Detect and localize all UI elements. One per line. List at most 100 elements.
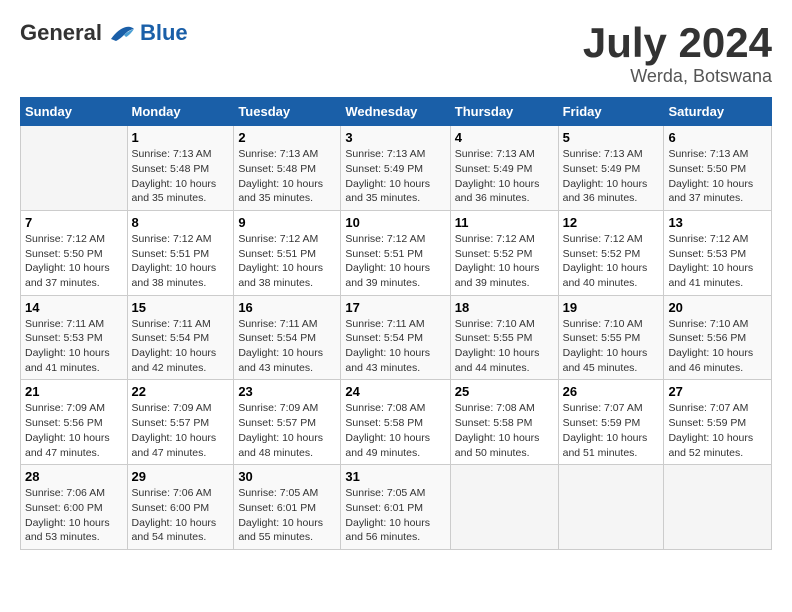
day-number: 29 (132, 469, 230, 484)
day-number: 27 (668, 384, 767, 399)
day-info: Sunrise: 7:13 AM Sunset: 5:48 PM Dayligh… (132, 147, 230, 206)
day-number: 30 (238, 469, 336, 484)
calendar-cell: 14Sunrise: 7:11 AM Sunset: 5:53 PM Dayli… (21, 295, 128, 380)
header-thursday: Thursday (450, 98, 558, 126)
logo-bird-icon (106, 21, 136, 45)
day-number: 28 (25, 469, 123, 484)
day-info: Sunrise: 7:08 AM Sunset: 5:58 PM Dayligh… (345, 401, 445, 460)
calendar-cell: 19Sunrise: 7:10 AM Sunset: 5:55 PM Dayli… (558, 295, 664, 380)
day-number: 16 (238, 300, 336, 315)
calendar-cell: 13Sunrise: 7:12 AM Sunset: 5:53 PM Dayli… (664, 210, 772, 295)
page-header: General Blue July 2024 Werda, Botswana (20, 20, 772, 87)
calendar-cell: 16 Sunrise: 7:11 AM Sunset: 5:54 PM Dayli… (234, 295, 341, 380)
calendar-cell: 5 Sunrise: 7:13 AM Sunset: 5:49 PM Daylig… (558, 126, 664, 211)
calendar-cell: 9 Sunrise: 7:12 AM Sunset: 5:51 PM Daylig… (234, 210, 341, 295)
day-info: Sunrise: 7:11 AM Sunset: 5:54 PM Dayligh… (345, 317, 445, 376)
calendar-cell (558, 465, 664, 550)
calendar-cell: 17 Sunrise: 7:11 AM Sunset: 5:54 PM Dayli… (341, 295, 450, 380)
week-row-3: 14Sunrise: 7:11 AM Sunset: 5:53 PM Dayli… (21, 295, 772, 380)
day-info: Sunrise: 7:12 AM Sunset: 5:52 PM Dayligh… (563, 232, 660, 291)
calendar-cell (21, 126, 128, 211)
header-friday: Friday (558, 98, 664, 126)
day-info: Sunrise: 7:12 AM Sunset: 5:51 PM Dayligh… (238, 232, 336, 291)
calendar-cell: 23 Sunrise: 7:09 AM Sunset: 5:57 PM Dayli… (234, 380, 341, 465)
header-saturday: Saturday (664, 98, 772, 126)
day-number: 22 (132, 384, 230, 399)
day-info: Sunrise: 7:09 AM Sunset: 5:57 PM Dayligh… (238, 401, 336, 460)
calendar-cell: 30 Sunrise: 7:05 AM Sunset: 6:01 PM Dayli… (234, 465, 341, 550)
calendar-cell: 26Sunrise: 7:07 AM Sunset: 5:59 PM Dayli… (558, 380, 664, 465)
day-number: 9 (238, 215, 336, 230)
day-number: 1 (132, 130, 230, 145)
day-info: Sunrise: 7:09 AM Sunset: 5:57 PM Dayligh… (132, 401, 230, 460)
day-info: Sunrise: 7:07 AM Sunset: 5:59 PM Dayligh… (668, 401, 767, 460)
calendar-cell: 22 Sunrise: 7:09 AM Sunset: 5:57 PM Dayli… (127, 380, 234, 465)
location-title: Werda, Botswana (583, 66, 772, 87)
day-info: Sunrise: 7:10 AM Sunset: 5:55 PM Dayligh… (563, 317, 660, 376)
day-number: 26 (563, 384, 660, 399)
day-info: Sunrise: 7:05 AM Sunset: 6:01 PM Dayligh… (238, 486, 336, 545)
day-number: 2 (238, 130, 336, 145)
week-row-2: 7 Sunrise: 7:12 AM Sunset: 5:50 PM Daylig… (21, 210, 772, 295)
day-number: 21 (25, 384, 123, 399)
day-number: 18 (455, 300, 554, 315)
calendar-cell: 2 Sunrise: 7:13 AM Sunset: 5:48 PM Daylig… (234, 126, 341, 211)
week-row-4: 21 Sunrise: 7:09 AM Sunset: 5:56 PM Dayli… (21, 380, 772, 465)
day-info: Sunrise: 7:10 AM Sunset: 5:56 PM Dayligh… (668, 317, 767, 376)
calendar-cell: 12 Sunrise: 7:12 AM Sunset: 5:52 PM Dayli… (558, 210, 664, 295)
calendar-cell: 28 Sunrise: 7:06 AM Sunset: 6:00 PM Dayli… (21, 465, 128, 550)
header-monday: Monday (127, 98, 234, 126)
day-info: Sunrise: 7:13 AM Sunset: 5:48 PM Dayligh… (238, 147, 336, 206)
day-info: Sunrise: 7:09 AM Sunset: 5:56 PM Dayligh… (25, 401, 123, 460)
day-number: 17 (345, 300, 445, 315)
header-wednesday: Wednesday (341, 98, 450, 126)
calendar-cell: 29Sunrise: 7:06 AM Sunset: 6:00 PM Dayli… (127, 465, 234, 550)
day-info: Sunrise: 7:13 AM Sunset: 5:49 PM Dayligh… (563, 147, 660, 206)
day-info: Sunrise: 7:13 AM Sunset: 5:49 PM Dayligh… (345, 147, 445, 206)
calendar-body: 1 Sunrise: 7:13 AM Sunset: 5:48 PM Daylig… (21, 126, 772, 550)
day-info: Sunrise: 7:11 AM Sunset: 5:54 PM Dayligh… (132, 317, 230, 376)
day-number: 10 (345, 215, 445, 230)
calendar-cell: 25Sunrise: 7:08 AM Sunset: 5:58 PM Dayli… (450, 380, 558, 465)
day-number: 13 (668, 215, 767, 230)
calendar-cell (664, 465, 772, 550)
day-number: 14 (25, 300, 123, 315)
week-row-1: 1 Sunrise: 7:13 AM Sunset: 5:48 PM Daylig… (21, 126, 772, 211)
day-number: 3 (345, 130, 445, 145)
day-info: Sunrise: 7:12 AM Sunset: 5:52 PM Dayligh… (455, 232, 554, 291)
day-info: Sunrise: 7:12 AM Sunset: 5:50 PM Dayligh… (25, 232, 123, 291)
day-number: 4 (455, 130, 554, 145)
day-info: Sunrise: 7:11 AM Sunset: 5:54 PM Dayligh… (238, 317, 336, 376)
logo-general-text: General (20, 20, 102, 46)
day-number: 20 (668, 300, 767, 315)
calendar-cell: 21 Sunrise: 7:09 AM Sunset: 5:56 PM Dayli… (21, 380, 128, 465)
day-number: 15 (132, 300, 230, 315)
calendar-cell: 4 Sunrise: 7:13 AM Sunset: 5:49 PM Daylig… (450, 126, 558, 211)
header-sunday: Sunday (21, 98, 128, 126)
logo-blue-text: Blue (140, 20, 188, 46)
header-tuesday: Tuesday (234, 98, 341, 126)
day-info: Sunrise: 7:12 AM Sunset: 5:51 PM Dayligh… (345, 232, 445, 291)
day-info: Sunrise: 7:13 AM Sunset: 5:50 PM Dayligh… (668, 147, 767, 206)
day-number: 23 (238, 384, 336, 399)
day-number: 7 (25, 215, 123, 230)
day-number: 11 (455, 215, 554, 230)
day-number: 31 (345, 469, 445, 484)
calendar-cell: 18Sunrise: 7:10 AM Sunset: 5:55 PM Dayli… (450, 295, 558, 380)
calendar-cell: 8Sunrise: 7:12 AM Sunset: 5:51 PM Daylig… (127, 210, 234, 295)
day-info: Sunrise: 7:13 AM Sunset: 5:49 PM Dayligh… (455, 147, 554, 206)
day-number: 12 (563, 215, 660, 230)
calendar-cell: 1 Sunrise: 7:13 AM Sunset: 5:48 PM Daylig… (127, 126, 234, 211)
calendar-cell: 31Sunrise: 7:05 AM Sunset: 6:01 PM Dayli… (341, 465, 450, 550)
calendar-cell: 11 Sunrise: 7:12 AM Sunset: 5:52 PM Dayli… (450, 210, 558, 295)
day-number: 25 (455, 384, 554, 399)
calendar-cell: 7 Sunrise: 7:12 AM Sunset: 5:50 PM Daylig… (21, 210, 128, 295)
calendar-cell: 6 Sunrise: 7:13 AM Sunset: 5:50 PM Daylig… (664, 126, 772, 211)
day-number: 6 (668, 130, 767, 145)
calendar-header-row: SundayMondayTuesdayWednesdayThursdayFrid… (21, 98, 772, 126)
day-number: 8 (132, 215, 230, 230)
calendar-table: SundayMondayTuesdayWednesdayThursdayFrid… (20, 97, 772, 550)
day-number: 5 (563, 130, 660, 145)
logo: General Blue (20, 20, 188, 46)
day-info: Sunrise: 7:06 AM Sunset: 6:00 PM Dayligh… (25, 486, 123, 545)
